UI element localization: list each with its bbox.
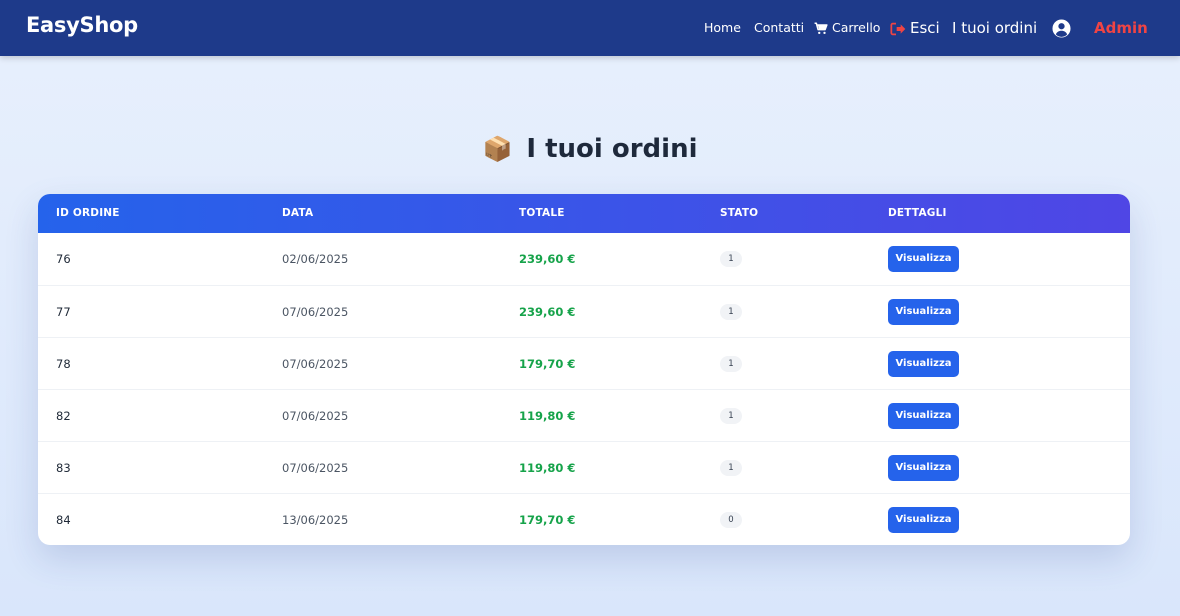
order-id-cell: 84	[56, 513, 71, 527]
column-header-status: STATO	[720, 207, 759, 219]
status-badge: 1	[720, 408, 742, 424]
status-badge: 1	[720, 251, 742, 267]
view-order-button[interactable]: Visualizza	[888, 246, 959, 272]
nav-logout-label: Esci	[910, 19, 940, 37]
nav-cart-label: Carrello	[832, 20, 881, 35]
user-circle-icon	[1052, 0, 1071, 56]
package-icon: 📦	[482, 135, 513, 163]
view-order-button[interactable]: Visualizza	[888, 507, 959, 533]
view-order-button[interactable]: Visualizza	[888, 403, 959, 429]
order-total-cell: 179,70 €	[519, 357, 576, 371]
view-order-button[interactable]: Visualizza	[888, 351, 959, 377]
order-date-cell: 07/06/2025	[282, 357, 349, 371]
nav-contacts-link[interactable]: Contatti	[754, 0, 804, 56]
page-title: 📦 I tuoi ordini	[0, 134, 1180, 164]
nav-orders-link[interactable]: I tuoi ordini	[952, 0, 1037, 56]
column-header-id: ID ORDINE	[56, 207, 120, 219]
table-row: 77 07/06/2025 239,60 € 1 Visualizza	[38, 285, 1130, 337]
table-row: 76 02/06/2025 239,60 € 1 Visualizza	[38, 233, 1130, 285]
column-header-total: TOTALE	[519, 207, 565, 219]
order-total-cell: 239,60 €	[519, 252, 576, 266]
view-order-button[interactable]: Visualizza	[888, 455, 959, 481]
order-date-cell: 07/06/2025	[282, 461, 349, 475]
table-row: 82 07/06/2025 119,80 € 1 Visualizza	[38, 389, 1130, 441]
brand-logo[interactable]: EasyShop	[26, 13, 138, 37]
order-total-cell: 179,70 €	[519, 513, 576, 527]
order-date-cell: 02/06/2025	[282, 252, 349, 266]
view-order-button[interactable]: Visualizza	[888, 299, 959, 325]
navbar: EasyShop Home Contatti Carrello Esci I t…	[0, 0, 1180, 56]
logout-icon	[890, 0, 906, 56]
order-date-cell: 13/06/2025	[282, 513, 349, 527]
order-id-cell: 76	[56, 252, 71, 266]
column-header-details: DETTAGLI	[888, 207, 947, 219]
nav-admin-link[interactable]: Admin	[1094, 0, 1148, 56]
table-row: 84 13/06/2025 179,70 € 0 Visualizza	[38, 493, 1130, 545]
status-badge: 1	[720, 356, 742, 372]
order-date-cell: 07/06/2025	[282, 305, 349, 319]
user-profile-link[interactable]	[1052, 0, 1071, 56]
order-id-cell: 77	[56, 305, 71, 319]
order-date-cell: 07/06/2025	[282, 409, 349, 423]
nav-cart-link[interactable]: Carrello	[814, 0, 880, 56]
cart-icon	[814, 0, 828, 56]
order-total-cell: 239,60 €	[519, 305, 576, 319]
orders-table: ID ORDINE DATA TOTALE STATO DETTAGLI 76 …	[38, 194, 1130, 545]
page-title-text: I tuoi ordini	[526, 134, 698, 164]
order-id-cell: 78	[56, 357, 71, 371]
table-row: 83 07/06/2025 119,80 € 1 Visualizza	[38, 441, 1130, 493]
nav-home-link[interactable]: Home	[704, 0, 741, 56]
table-header: ID ORDINE DATA TOTALE STATO DETTAGLI	[38, 194, 1130, 233]
status-badge: 1	[720, 460, 742, 476]
table-row: 78 07/06/2025 179,70 € 1 Visualizza	[38, 337, 1130, 389]
order-total-cell: 119,80 €	[519, 409, 576, 423]
status-badge: 0	[720, 512, 742, 528]
order-id-cell: 82	[56, 409, 71, 423]
status-badge: 1	[720, 304, 742, 320]
order-total-cell: 119,80 €	[519, 461, 576, 475]
nav-logout-link[interactable]: Esci	[890, 0, 940, 56]
order-id-cell: 83	[56, 461, 71, 475]
column-header-date: DATA	[282, 207, 314, 219]
